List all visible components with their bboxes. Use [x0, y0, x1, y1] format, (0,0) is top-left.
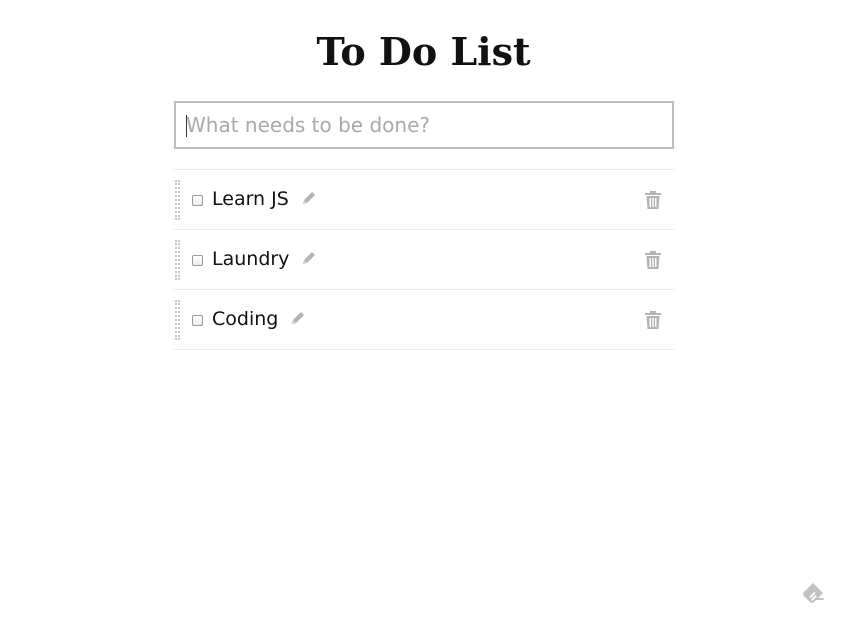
new-todo-field[interactable] [174, 101, 674, 149]
todo-label-wrap: Coding [212, 307, 306, 331]
trash-icon[interactable] [644, 310, 662, 330]
todo-checkbox[interactable] [192, 195, 203, 206]
drag-handle-icon[interactable] [175, 240, 180, 280]
todo-label-wrap: Laundry [212, 247, 317, 271]
text-caret [186, 115, 187, 137]
list-item: Learn JS [174, 170, 674, 230]
todo-label: Coding [212, 308, 279, 330]
todo-label: Learn JS [212, 188, 289, 210]
list-item: Laundry [174, 230, 674, 290]
page-title: To Do List [316, 29, 531, 74]
pencil-icon[interactable] [290, 310, 306, 326]
trash-icon[interactable] [644, 250, 662, 270]
drag-handle-icon[interactable] [175, 300, 180, 340]
new-todo-input[interactable] [176, 103, 672, 147]
pencil-icon[interactable] [301, 250, 317, 266]
todo-checkbox[interactable] [192, 315, 203, 326]
drag-handle-icon[interactable] [175, 180, 180, 220]
feedly-logo-icon[interactable] [802, 581, 828, 607]
pencil-icon[interactable] [301, 190, 317, 206]
todo-list: Learn JS Laundry Coding [174, 169, 674, 350]
todo-checkbox[interactable] [192, 255, 203, 266]
todo-label-wrap: Learn JS [212, 187, 317, 211]
todo-app: To Do List Learn JS [0, 0, 847, 625]
trash-icon[interactable] [644, 190, 662, 210]
list-item: Coding [174, 290, 674, 350]
todo-label: Laundry [212, 248, 290, 270]
